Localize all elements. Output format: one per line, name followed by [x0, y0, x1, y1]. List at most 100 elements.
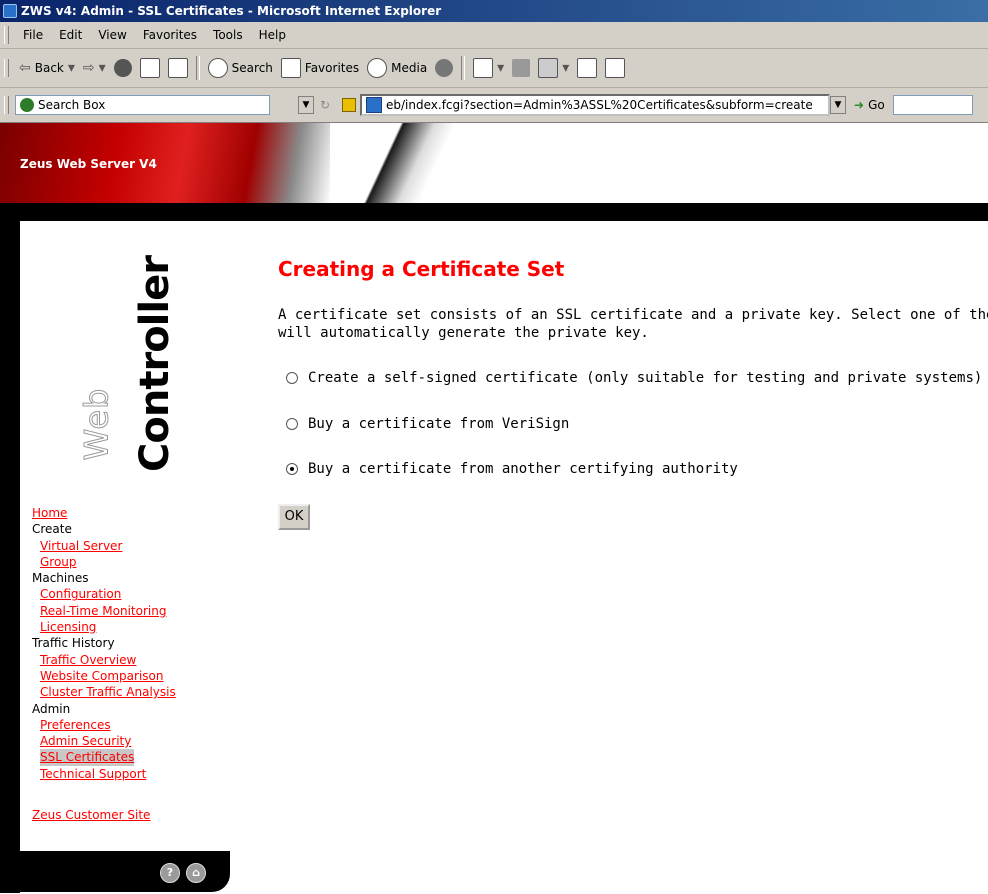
refresh-button[interactable] [136, 55, 164, 81]
mail-icon [473, 58, 494, 78]
nav-ssl-certificates[interactable]: SSL Certificates [40, 749, 135, 766]
forward-dropdown-icon[interactable]: ▾ [99, 60, 106, 76]
page-content: Zeus Web Server V4 Web Controller Home C… [0, 123, 988, 894]
ie-icon [3, 4, 17, 18]
menu-file[interactable]: File [15, 28, 51, 42]
toolbar-grip [4, 59, 9, 77]
messenger-button[interactable] [601, 55, 629, 81]
banner-title: Zeus Web Server V4 [20, 157, 157, 171]
radio-verisign[interactable] [286, 418, 298, 430]
favorites-button[interactable]: Favorites [277, 55, 363, 81]
links-field[interactable] [892, 95, 973, 115]
back-button[interactable]: ⇦ Back ▾ [15, 55, 79, 81]
menu-view[interactable]: View [90, 28, 134, 42]
intro-line-1: A certificate set consists of an SSL cer… [278, 307, 988, 323]
option-other-authority-label: Buy a certificate from another certifyin… [308, 461, 738, 477]
search-box-dropdown-icon[interactable]: ▼ [298, 96, 314, 114]
stop-icon [113, 59, 132, 77]
discuss-icon [577, 58, 598, 78]
history-icon [435, 59, 454, 77]
ok-button[interactable]: OK [278, 504, 310, 530]
home-button[interactable] [164, 55, 192, 81]
option-self-signed[interactable]: Create a self-signed certificate (only s… [286, 370, 982, 386]
nav-technical-support[interactable]: Technical Support [32, 766, 232, 782]
search-box-icon [20, 98, 34, 112]
go-arrow-icon: ➜ [854, 98, 865, 112]
nav-group-admin: Admin [32, 701, 71, 716]
address-url: eb/index.fcgi?section=Admin%3ASSL%20Cert… [386, 98, 813, 112]
messenger-icon [605, 58, 626, 78]
menu-bar: File Edit View Favorites Tools Help [0, 22, 988, 49]
nav-preferences[interactable]: Preferences [32, 717, 232, 733]
forward-arrow-icon: ⇨ [82, 60, 95, 76]
frame-top-bar [0, 203, 988, 221]
address-toolbar: Search Box ▼ ↻ eb/index.fcgi?section=Adm… [0, 88, 988, 123]
toolbar-separator [461, 56, 466, 80]
option-other-authority[interactable]: Buy a certificate from another certifyin… [286, 461, 738, 477]
help-icon[interactable]: ? [160, 863, 180, 883]
option-verisign[interactable]: Buy a certificate from VeriSign [286, 416, 569, 432]
back-label: Back [34, 61, 64, 75]
search-button[interactable]: Search [204, 55, 277, 81]
edit-icon [538, 58, 559, 78]
menu-tools[interactable]: Tools [205, 28, 251, 42]
stop-button[interactable] [110, 55, 136, 81]
window-title-bar: ZWS v4: Admin - SSL Certificates - Micro… [0, 0, 988, 22]
nav-home[interactable]: Home [32, 505, 232, 521]
mail-button[interactable]: ▾ [469, 55, 508, 81]
back-arrow-icon: ⇦ [19, 60, 31, 76]
nav-group[interactable]: Group [32, 554, 232, 570]
standard-toolbar: ⇦ Back ▾ ⇨ ▾ Search Favorites Media ▾ ▾ [0, 49, 988, 88]
print-button[interactable] [508, 55, 534, 81]
refresh-icon [139, 58, 160, 78]
media-icon [367, 58, 388, 78]
sidebar-nav: Home Create Virtual Server Group Machine… [32, 505, 232, 782]
nav-zeus-customer-site[interactable]: Zeus Customer Site [32, 808, 150, 822]
nav-virtual-server[interactable]: Virtual Server [32, 538, 232, 554]
media-button[interactable]: Media [363, 55, 431, 81]
web-controller-logo: Web Controller [77, 256, 180, 483]
home-round-icon[interactable]: ⌂ [186, 863, 206, 883]
radio-self-signed[interactable] [286, 372, 298, 384]
frame-left-bar [0, 203, 20, 893]
intro-line-2: will automatically generate the private … [278, 325, 649, 341]
forward-button[interactable]: ⇨ ▾ [79, 55, 110, 81]
history-button[interactable] [431, 55, 457, 81]
home-icon [167, 58, 188, 78]
search-box-label: Search Box [38, 98, 106, 112]
bottom-nav-icons: ? ⌂ [160, 863, 206, 883]
search-label: Search [231, 61, 273, 75]
nav-website-comparison[interactable]: Website Comparison [32, 668, 232, 684]
nav-traffic-overview[interactable]: Traffic Overview [32, 652, 232, 668]
nav-cluster-traffic-analysis[interactable]: Cluster Traffic Analysis [32, 684, 232, 700]
nav-licensing[interactable]: Licensing [32, 619, 232, 635]
nav-configuration[interactable]: Configuration [32, 586, 232, 602]
menu-edit[interactable]: Edit [51, 28, 90, 42]
address-input[interactable]: eb/index.fcgi?section=Admin%3ASSL%20Cert… [360, 94, 830, 116]
radio-other-authority[interactable] [286, 463, 298, 475]
banner-slash-graphic [360, 123, 460, 203]
nav-admin-security[interactable]: Admin Security [32, 733, 232, 749]
edit-button[interactable]: ▾ [534, 55, 573, 81]
favorites-label: Favorites [304, 61, 360, 75]
refresh-small-icon[interactable]: ↻ [320, 98, 338, 112]
toolbar-separator [195, 56, 200, 80]
page-title: Creating a Certificate Set [278, 257, 565, 281]
nav-group-traffic-history: Traffic History [32, 636, 115, 651]
page-icon [366, 97, 382, 113]
discuss-button[interactable] [573, 55, 601, 81]
address-grip [4, 96, 9, 114]
address-dropdown-icon[interactable]: ▼ [830, 96, 846, 114]
menu-favorites[interactable]: Favorites [135, 28, 205, 42]
intro-text: A certificate set consists of an SSL cer… [278, 306, 988, 342]
nav-ssl-certificates-wrap: SSL Certificates [32, 749, 232, 766]
logo-web-text: Web [77, 387, 116, 461]
go-button[interactable]: ➜ Go [846, 98, 893, 112]
search-box-field[interactable]: Search Box [15, 95, 270, 115]
back-dropdown-icon[interactable]: ▾ [68, 60, 75, 76]
nav-real-time-monitoring[interactable]: Real-Time Monitoring [32, 603, 232, 619]
menu-help[interactable]: Help [251, 28, 294, 42]
option-self-signed-label: Create a self-signed certificate (only s… [308, 370, 983, 386]
window-title: ZWS v4: Admin - SSL Certificates - Micro… [21, 4, 442, 18]
nav-group-machines: Machines [32, 571, 89, 586]
